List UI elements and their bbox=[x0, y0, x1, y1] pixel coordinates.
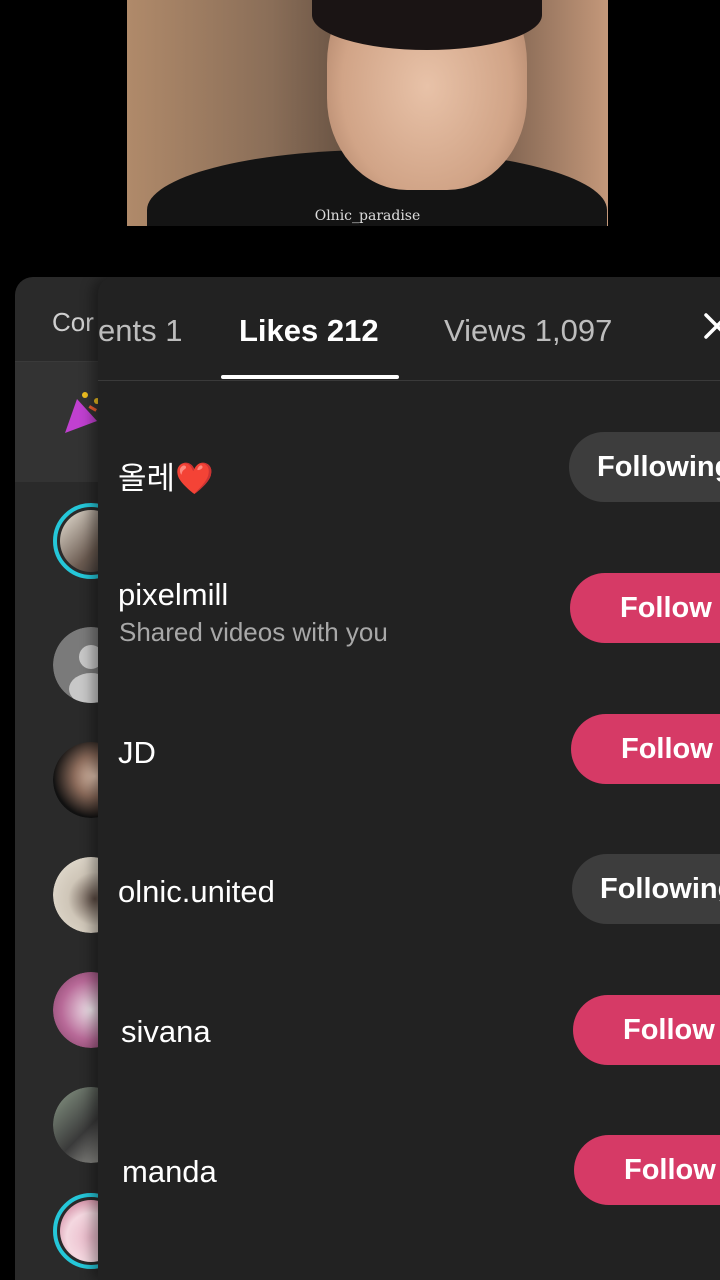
follow-button[interactable]: Follow bbox=[573, 995, 720, 1065]
back-tab-comments[interactable]: Cor bbox=[52, 307, 94, 338]
likes-panel: ents 1 Likes 212 Views 1,097 올레❤️ Follow… bbox=[98, 277, 720, 1280]
list-item[interactable]: 올레❤️ Following bbox=[98, 397, 720, 537]
following-button[interactable]: Following bbox=[569, 432, 720, 502]
list-item[interactable]: sivana Follow bbox=[98, 957, 720, 1097]
user-name: olnic.united bbox=[118, 874, 275, 909]
user-subtitle: Shared videos with you bbox=[119, 617, 388, 647]
user-name: pixelmill bbox=[118, 577, 229, 612]
party-popper-icon bbox=[65, 392, 100, 433]
list-item[interactable]: JD Follow bbox=[98, 677, 720, 817]
list-item[interactable]: pixelmill Shared videos with you Follow bbox=[98, 537, 720, 677]
video-thumbnail[interactable]: Olnic_paradise bbox=[127, 0, 608, 226]
follow-button[interactable]: Follow bbox=[574, 1135, 720, 1205]
user-name: sivana bbox=[121, 1014, 211, 1049]
user-name: JD bbox=[118, 735, 156, 770]
list-item[interactable]: manda Follow bbox=[98, 1097, 720, 1237]
follow-button[interactable]: Follow bbox=[571, 714, 720, 784]
user-name: manda bbox=[122, 1154, 217, 1189]
tab-views[interactable]: Views 1,097 bbox=[444, 313, 612, 349]
tab-comments[interactable]: ents 1 bbox=[98, 313, 182, 349]
video-watermark: Olnic_paradise bbox=[314, 208, 421, 224]
tab-likes[interactable]: Likes 212 bbox=[239, 313, 379, 349]
tab-bar: ents 1 Likes 212 Views 1,097 bbox=[98, 277, 720, 381]
list-item[interactable]: olnic.united Following bbox=[98, 817, 720, 957]
active-tab-indicator bbox=[221, 375, 399, 379]
user-name: 올레❤️ bbox=[118, 461, 214, 496]
following-button[interactable]: Following bbox=[572, 854, 720, 924]
follow-button[interactable]: Follow bbox=[570, 573, 720, 643]
close-icon[interactable] bbox=[702, 311, 720, 341]
